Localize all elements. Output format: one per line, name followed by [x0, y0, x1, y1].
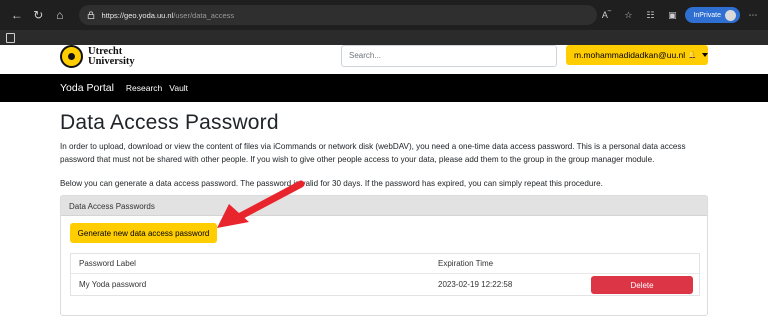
- address-bar[interactable]: https://geo.yoda.uu.nl/user/data_access: [78, 5, 598, 25]
- portal-brand[interactable]: Yoda Portal: [60, 82, 114, 94]
- page-title: Data Access Password: [60, 111, 279, 134]
- main-content: Data Access Password In order to upload,…: [60, 102, 710, 316]
- read-aloud-icon[interactable]: A‾: [597, 6, 615, 24]
- collections-icon[interactable]: ☷: [641, 6, 659, 24]
- lock-icon: [87, 11, 94, 19]
- generate-password-button[interactable]: Generate new data access password: [70, 223, 217, 243]
- profile-avatar: [725, 9, 736, 21]
- inprivate-label: InPrivate: [693, 11, 721, 19]
- intro-text: In order to upload, download or view the…: [60, 142, 686, 164]
- back-icon[interactable]: ←: [6, 4, 28, 26]
- card-title: Data Access Passwords: [61, 196, 707, 216]
- table-row: My Yoda password 2023-02-19 12:22:58 Del…: [71, 274, 699, 295]
- home-icon[interactable]: ⌂: [49, 4, 71, 26]
- user-menu-button[interactable]: m.mohammadidadkan@uu.nl 🔔: [566, 45, 708, 65]
- more-icon[interactable]: ⋯: [744, 6, 762, 24]
- university-seal-icon: [60, 45, 83, 68]
- chevron-down-icon: [701, 53, 708, 57]
- nav-vault[interactable]: Vault: [169, 83, 188, 93]
- browser-toolbar: ← ↻ ⌂ https://geo.yoda.uu.nl/user/data_a…: [0, 0, 768, 30]
- inprivate-badge[interactable]: InPrivate: [685, 7, 740, 23]
- column-header-label: Password Label: [79, 259, 136, 268]
- search-input[interactable]: Search...: [341, 45, 557, 67]
- password-label-cell: My Yoda password: [79, 280, 147, 289]
- logo-line-2: University: [88, 55, 135, 67]
- expiration-cell: 2023-02-19 12:22:58: [438, 280, 513, 289]
- logo-line-1: Utrecht: [88, 45, 123, 57]
- column-header-expiration: Expiration Time: [438, 259, 494, 268]
- university-logo[interactable]: Utrecht University: [60, 45, 135, 68]
- refresh-icon[interactable]: ↻: [28, 4, 50, 26]
- table-header-row: Password Label Expiration Time: [71, 254, 699, 274]
- nav-research[interactable]: Research: [126, 83, 162, 93]
- user-email: m.mohammadidadkan@uu.nl: [574, 50, 686, 60]
- delete-button[interactable]: Delete: [591, 276, 693, 294]
- extensions-icon[interactable]: ▣: [663, 6, 681, 24]
- url-path: /user/data_access: [173, 10, 235, 20]
- file-icon[interactable]: [6, 32, 15, 43]
- url-host: https://geo.yoda.uu.nl: [101, 10, 174, 20]
- site-header: Utrecht University Search... m.mohammadi…: [0, 45, 768, 74]
- passwords-table: Password Label Expiration Time My Yoda p…: [70, 253, 700, 296]
- favorites-bar: [0, 30, 768, 45]
- info-text: Below you can generate a data access pas…: [60, 179, 603, 188]
- main-navbar: Yoda Portal Research Vault: [0, 74, 768, 102]
- passwords-card: Data Access Passwords Generate new data …: [60, 195, 708, 316]
- bell-icon: 🔔: [688, 52, 697, 59]
- favorite-icon[interactable]: ☆: [619, 6, 637, 24]
